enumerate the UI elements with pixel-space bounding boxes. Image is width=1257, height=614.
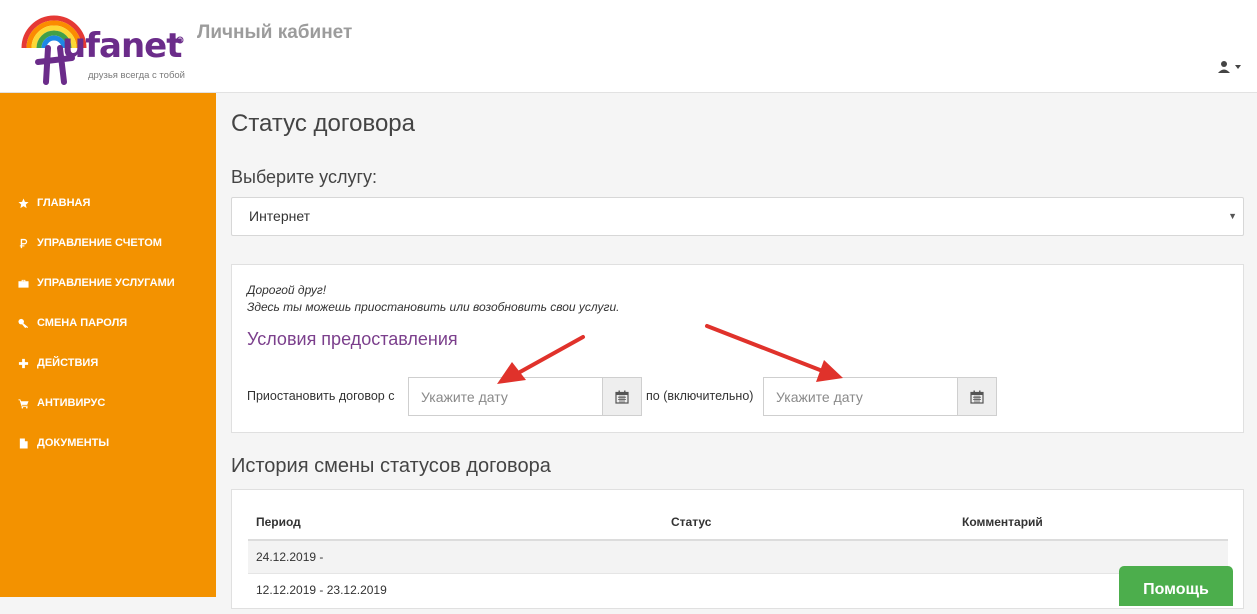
- sidebar-item-label: Документы: [37, 437, 110, 449]
- cart-icon: [17, 397, 29, 409]
- date-from-calendar-button[interactable]: [602, 378, 641, 415]
- header-title: Личный кабинет: [197, 22, 353, 43]
- history-title: История смены статусов договора: [231, 455, 551, 477]
- cell-period: 24.12.2019 -: [248, 539, 663, 573]
- caret-down-icon: ▼: [1228, 211, 1237, 221]
- date-from-group: [408, 377, 642, 416]
- sidebar-item-label: Антивирус: [37, 397, 106, 409]
- history-table: Период Статус Комментарий 24.12.2019 - 1…: [248, 504, 1228, 606]
- table-row: 24.12.2019 -: [248, 539, 1228, 573]
- sidebar-item-password[interactable]: Смена пароля: [0, 303, 216, 343]
- sidebar-item-services[interactable]: Управление услугами: [0, 263, 216, 303]
- sidebar-item-home[interactable]: Главная: [0, 183, 216, 223]
- column-header-period: Период: [248, 504, 663, 541]
- suspend-from-label: Приостановить договор с: [247, 389, 395, 403]
- logo-wordmark: ufanet: [62, 26, 182, 66]
- caret-down-icon: [1235, 65, 1241, 69]
- date-to-calendar-button[interactable]: [957, 378, 996, 415]
- table-row: 12.12.2019 - 23.12.2019: [248, 572, 1228, 606]
- sidebar-item-label: Действия: [37, 357, 99, 369]
- service-selected-value: Интернет: [249, 208, 311, 224]
- document-icon: [17, 437, 29, 449]
- intro-greeting: Дорогой друг!: [247, 283, 327, 297]
- cell-status: [663, 572, 954, 606]
- sidebar-menu: Главная Управление счетом Управление усл…: [0, 183, 216, 463]
- sidebar-item-antivirus[interactable]: Антивирус: [0, 383, 216, 423]
- sidebar-item-label: Смена пароля: [37, 317, 128, 329]
- service-select[interactable]: Интернет ▼: [231, 197, 1244, 236]
- logo-tagline: друзья всегда с тобой: [88, 70, 185, 81]
- column-header-status: Статус: [663, 504, 954, 541]
- cell-status: [663, 539, 954, 573]
- ufanet-logo[interactable]: ufanet друзья всегда с тобой: [20, 4, 186, 86]
- service-label: Выберите услугу:: [231, 167, 378, 187]
- user-icon: [1218, 61, 1241, 73]
- star-icon: [17, 197, 29, 209]
- table-header-row: Период Статус Комментарий: [248, 504, 1228, 541]
- date-to-group: [763, 377, 997, 416]
- sidebar-item-label: Управление услугами: [37, 277, 175, 289]
- key-icon: [17, 317, 29, 329]
- sidebar-item-account[interactable]: Управление счетом: [0, 223, 216, 263]
- sidebar-item-actions[interactable]: Действия: [0, 343, 216, 383]
- page-title: Статус договора: [231, 110, 415, 137]
- sidebar-item-documents[interactable]: Документы: [0, 423, 216, 463]
- plus-icon: [17, 357, 29, 369]
- suspend-panel: Дорогой друг! Здесь ты можешь приостанов…: [231, 264, 1244, 433]
- top-header: ufanet друзья всегда с тобой Личный каби…: [0, 0, 1257, 93]
- conditions-link[interactable]: Условия предоставления: [247, 329, 458, 350]
- date-from-input[interactable]: [409, 378, 602, 415]
- user-menu-toggle[interactable]: [1217, 60, 1245, 76]
- calendar-icon: [615, 390, 629, 404]
- suspend-until-label: по (включительно): [646, 389, 754, 403]
- date-to-input[interactable]: [764, 378, 957, 415]
- calendar-icon: [970, 390, 984, 404]
- sidebar-item-label: Управление счетом: [37, 237, 162, 249]
- history-panel: Период Статус Комментарий 24.12.2019 - 1…: [231, 489, 1244, 609]
- ruble-icon: [17, 237, 29, 249]
- help-button[interactable]: Помощь: [1119, 566, 1233, 606]
- column-header-comment: Комментарий: [954, 504, 1228, 541]
- briefcase-icon: [17, 277, 29, 289]
- main-content: Статус договора Выберите услугу: Интерне…: [216, 93, 1257, 609]
- sidebar: Главная Управление счетом Управление усл…: [0, 93, 216, 597]
- cell-period: 12.12.2019 - 23.12.2019: [248, 572, 663, 606]
- intro-description: Здесь ты можешь приостановить или возобн…: [247, 300, 620, 314]
- sidebar-item-label: Главная: [37, 197, 91, 209]
